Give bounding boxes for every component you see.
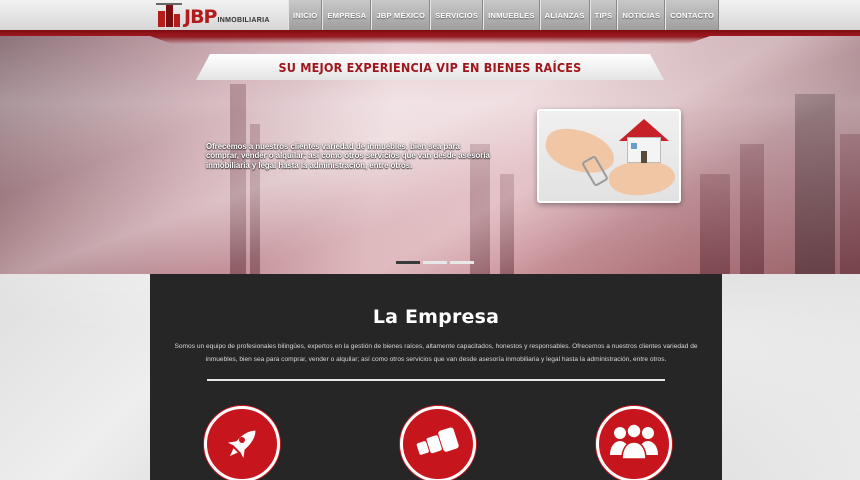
main-nav: INICIO EMPRESA JBP MÉXICO SERVICIOS INMU… [288, 0, 720, 30]
nav-item-contacto[interactable]: CONTACTO [665, 0, 720, 30]
slider-dot-3[interactable] [450, 261, 474, 264]
empresa-section: La Empresa Somos un equipo de profesiona… [150, 274, 722, 480]
slider-pagination [396, 261, 474, 264]
nav-item-jbp-mexico[interactable]: JBP MÉXICO [371, 0, 431, 30]
logo-building-icon [156, 3, 182, 27]
nav-item-servicios[interactable]: SERVICIOS [430, 0, 484, 30]
hero-photo-keys-house [537, 109, 681, 203]
group-icon[interactable] [596, 406, 672, 480]
nav-item-inicio[interactable]: INICIO [288, 0, 323, 30]
nav-item-tips[interactable]: TIPS [589, 0, 618, 30]
logo-subtitle: INMOBILIARIA [217, 17, 270, 24]
rocket-icon[interactable] [204, 406, 280, 480]
nav-item-empresa[interactable]: EMPRESA [322, 0, 372, 30]
hero-banner: SU MEJOR EXPERIENCIA VIP EN BIENES RAÍCE… [196, 54, 664, 80]
section-divider [207, 379, 665, 381]
telescope-icon[interactable] [400, 406, 476, 480]
empresa-description: Somos un equipo de profesionales bilingü… [174, 343, 698, 363]
site-header: JBP INMOBILIARIA INICIO EMPRESA JBP MÉXI… [0, 0, 860, 30]
hero-banner-text: SU MEJOR EXPERIENCIA VIP EN BIENES RAÍCE… [278, 59, 582, 75]
nav-item-inmuebles[interactable]: INMUEBLES [483, 0, 540, 30]
slider-dot-2[interactable] [423, 261, 447, 264]
hero-top-bar [0, 30, 860, 36]
nav-item-noticias[interactable]: NOTICIAS [617, 0, 666, 30]
hero-slider: SU MEJOR EXPERIENCIA VIP EN BIENES RAÍCE… [0, 30, 860, 274]
logo-text: JBP [184, 6, 217, 28]
slider-dot-1[interactable] [396, 261, 420, 264]
hero-description: Ofrecemos a nuestros clientes variedad d… [206, 142, 490, 170]
empresa-title: La Empresa [372, 306, 500, 328]
nav-item-alianzas[interactable]: ALIANZAS [539, 0, 590, 30]
logo[interactable]: JBP INMOBILIARIA [156, 3, 284, 27]
